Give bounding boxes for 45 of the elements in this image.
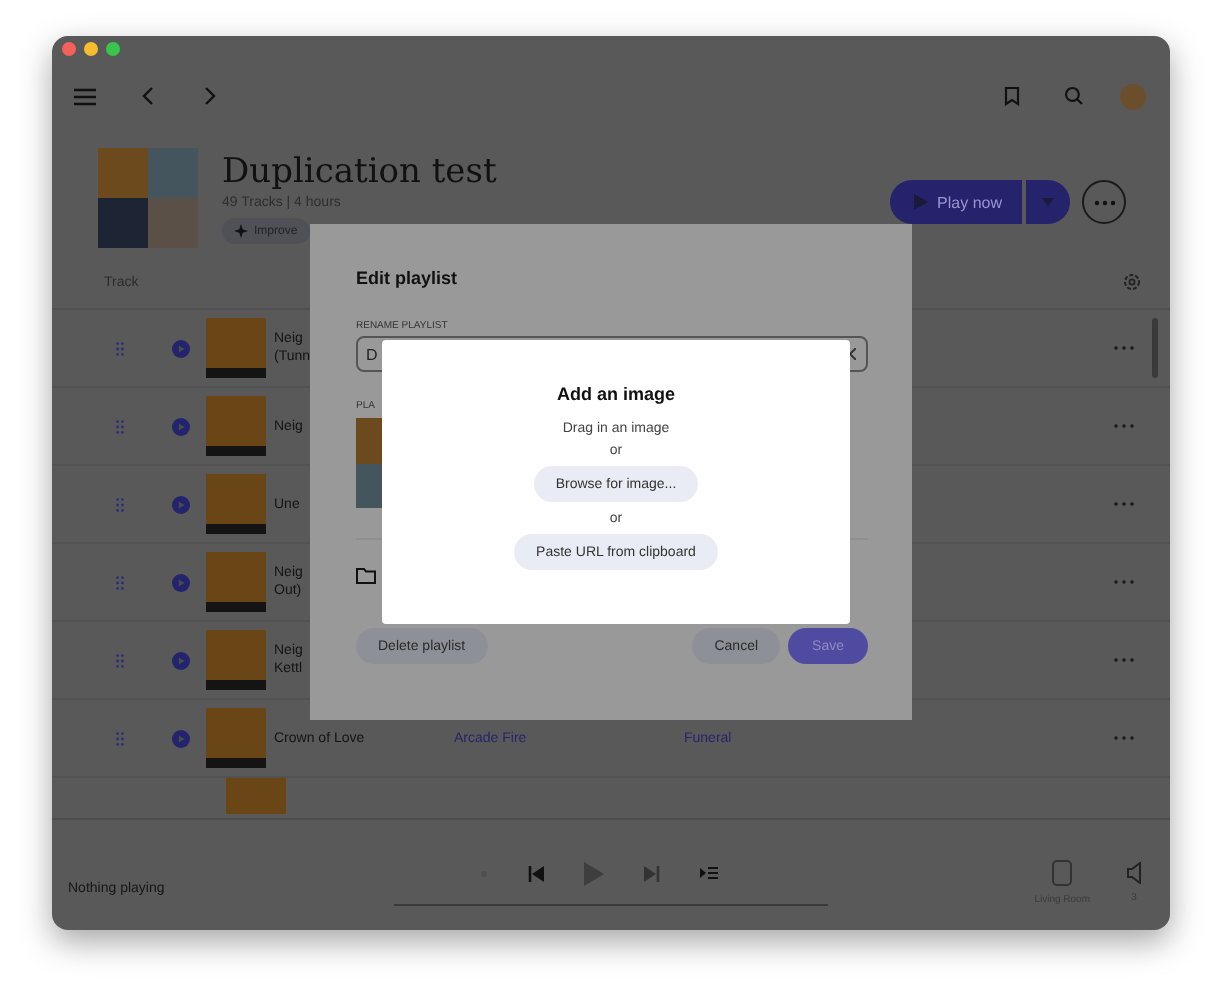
sparkle-icon [234, 224, 248, 238]
forward-icon[interactable] [204, 86, 216, 106]
back-icon[interactable] [142, 86, 154, 106]
play-icon[interactable] [172, 339, 190, 357]
play-options-button[interactable] [1026, 180, 1070, 224]
drag-handle-icon[interactable] [116, 497, 124, 511]
dialog-title: Add an image [556, 384, 675, 404]
next-icon[interactable] [644, 865, 660, 881]
play-icon[interactable] [172, 573, 190, 591]
drag-handle-icon[interactable] [116, 419, 124, 433]
minimize-button[interactable] [84, 42, 98, 56]
drag-handle-icon[interactable] [116, 341, 124, 355]
play-icon[interactable] [584, 861, 604, 885]
previous-icon[interactable] [528, 865, 544, 881]
album-art-drawing [206, 318, 266, 378]
speaker-icon[interactable] [1052, 860, 1073, 886]
close-button[interactable] [62, 42, 76, 56]
queue-icon[interactable] [700, 866, 718, 880]
dialog-title: Edit playlist [356, 268, 458, 288]
volume-icon[interactable] [1126, 862, 1142, 884]
more-icon [1093, 199, 1115, 205]
menu-icon[interactable] [74, 87, 96, 105]
album-art-drawing [206, 630, 266, 690]
album-art-drawing [206, 708, 266, 768]
play-icon[interactable] [172, 495, 190, 513]
album-art-drawing [206, 396, 266, 456]
play-icon[interactable] [172, 417, 190, 435]
play-icon[interactable] [172, 729, 190, 747]
playlist-title: Duplication test [222, 152, 497, 192]
play-icon[interactable] [172, 651, 190, 669]
drag-handle-icon[interactable] [116, 731, 124, 745]
album-art-drawing [206, 474, 266, 534]
drag-handle-icon[interactable] [116, 575, 124, 589]
album-art-drawing [206, 552, 266, 612]
drag-handle-icon[interactable] [116, 653, 124, 667]
more-button[interactable] [1082, 180, 1126, 224]
caret-icon [1042, 198, 1054, 206]
playlist-cover-drawing [98, 148, 198, 248]
settings-icon[interactable] [1122, 272, 1142, 292]
zoom-button[interactable] [106, 42, 120, 56]
bookmark-icon[interactable] [1004, 86, 1020, 106]
folder-icon[interactable] [356, 568, 376, 584]
play-icon [913, 194, 928, 210]
play-now-button[interactable]: Play now [889, 180, 1022, 224]
search-icon[interactable] [1064, 86, 1084, 106]
